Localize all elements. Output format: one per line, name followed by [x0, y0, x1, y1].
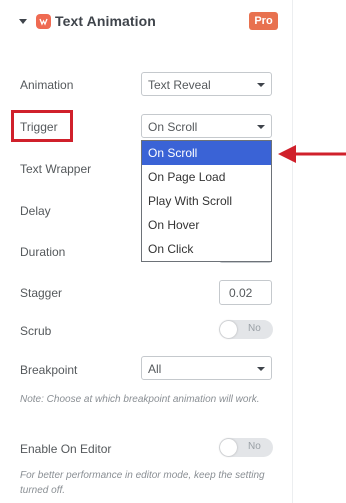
breakpoint-note: Note: Choose at which breakpoint animati…	[20, 394, 260, 405]
trigger-highlight-box	[11, 110, 73, 142]
scrub-label: Scrub	[20, 324, 52, 338]
section-title: Text Animation	[55, 13, 156, 29]
breakpoint-value: All	[148, 362, 162, 376]
stagger-value: 0.02	[229, 286, 253, 300]
trigger-select[interactable]: On Scroll	[141, 114, 272, 138]
red-arrow-icon	[276, 142, 346, 171]
option-on-click[interactable]: On Click	[142, 237, 271, 261]
chevron-down-icon	[257, 125, 265, 129]
animation-value: Text Reveal	[148, 78, 211, 92]
trigger-dropdown-list: On Scroll On Page Load Play With Scroll …	[141, 140, 272, 262]
scrub-toggle[interactable]: No	[219, 320, 273, 339]
option-play-with-scroll[interactable]: Play With Scroll	[142, 189, 271, 213]
chevron-down-icon	[257, 367, 265, 371]
editor-toggle[interactable]: No	[219, 438, 273, 457]
breakpoint-label: Breakpoint	[20, 363, 78, 377]
editor-toggle-text: No	[248, 441, 261, 452]
stagger-label: Stagger	[20, 286, 63, 300]
animation-select[interactable]: Text Reveal	[141, 72, 272, 96]
breakpoint-select[interactable]: All	[141, 356, 272, 380]
section-header[interactable]: Text Animation Pro	[0, 0, 292, 44]
settings-panel: Text Animation Pro Animation Text Reveal…	[0, 0, 292, 503]
animation-label: Animation	[20, 78, 74, 92]
plugin-logo-icon	[36, 14, 51, 29]
option-on-hover[interactable]: On Hover	[142, 213, 271, 237]
toggle-knob	[220, 439, 237, 456]
stagger-input[interactable]: 0.02	[219, 280, 272, 305]
enable-on-editor-label: Enable On Editor	[20, 442, 112, 456]
delay-label: Delay	[20, 204, 51, 218]
text-wrapper-label: Text Wrapper	[20, 162, 92, 176]
caret-down-icon[interactable]	[19, 19, 27, 24]
trigger-value: On Scroll	[148, 120, 198, 134]
chevron-down-icon	[257, 83, 265, 87]
option-on-scroll[interactable]: On Scroll	[142, 141, 271, 165]
duration-label: Duration	[20, 245, 66, 259]
pro-badge: Pro	[249, 12, 278, 30]
editor-note: For better performance in editor mode, k…	[20, 470, 265, 496]
option-on-page-load[interactable]: On Page Load	[142, 165, 271, 189]
side-strip	[292, 0, 346, 503]
scrub-toggle-text: No	[248, 323, 261, 334]
toggle-knob	[220, 321, 237, 338]
